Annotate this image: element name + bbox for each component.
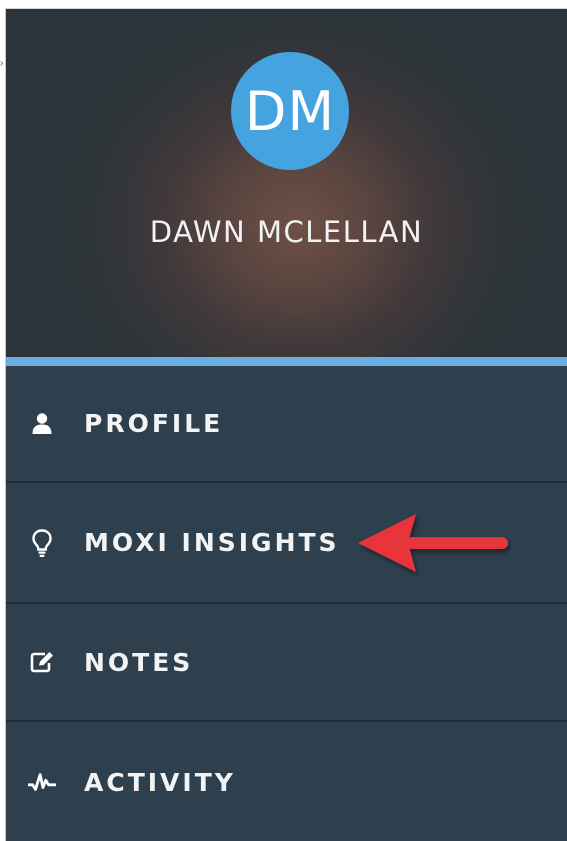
sidebar-panel: DM DAWN MCLELLAN PROFILE MOXI INSIGHTS N… xyxy=(5,8,567,841)
lightbulb-icon xyxy=(28,528,56,557)
menu-item-moxi-insights[interactable]: MOXI INSIGHTS xyxy=(6,483,567,604)
accent-divider xyxy=(6,357,567,366)
menu-item-notes[interactable]: NOTES xyxy=(6,604,567,722)
menu-item-label: MOXI INSIGHTS xyxy=(84,528,340,557)
menu-item-profile[interactable]: PROFILE xyxy=(6,366,567,483)
menu-item-label: PROFILE xyxy=(84,409,224,438)
menu-item-label: ACTIVITY xyxy=(84,767,236,797)
avatar[interactable]: DM xyxy=(231,52,349,170)
profile-header: DM DAWN MCLELLAN xyxy=(6,9,567,357)
menu-item-activity[interactable]: ACTIVITY xyxy=(6,722,567,841)
activity-icon xyxy=(28,768,56,796)
menu-item-label: NOTES xyxy=(84,647,194,677)
edit-icon xyxy=(28,648,56,676)
user-name: DAWN MCLELLAN xyxy=(149,215,424,249)
screenshot-frame: › DM DAWN MCLELLAN PROFILE MOXI INSIGHTS… xyxy=(0,0,567,841)
sidebar-menu: PROFILE MOXI INSIGHTS NOTES ACTIVITY xyxy=(6,366,567,841)
user-icon xyxy=(28,410,56,438)
